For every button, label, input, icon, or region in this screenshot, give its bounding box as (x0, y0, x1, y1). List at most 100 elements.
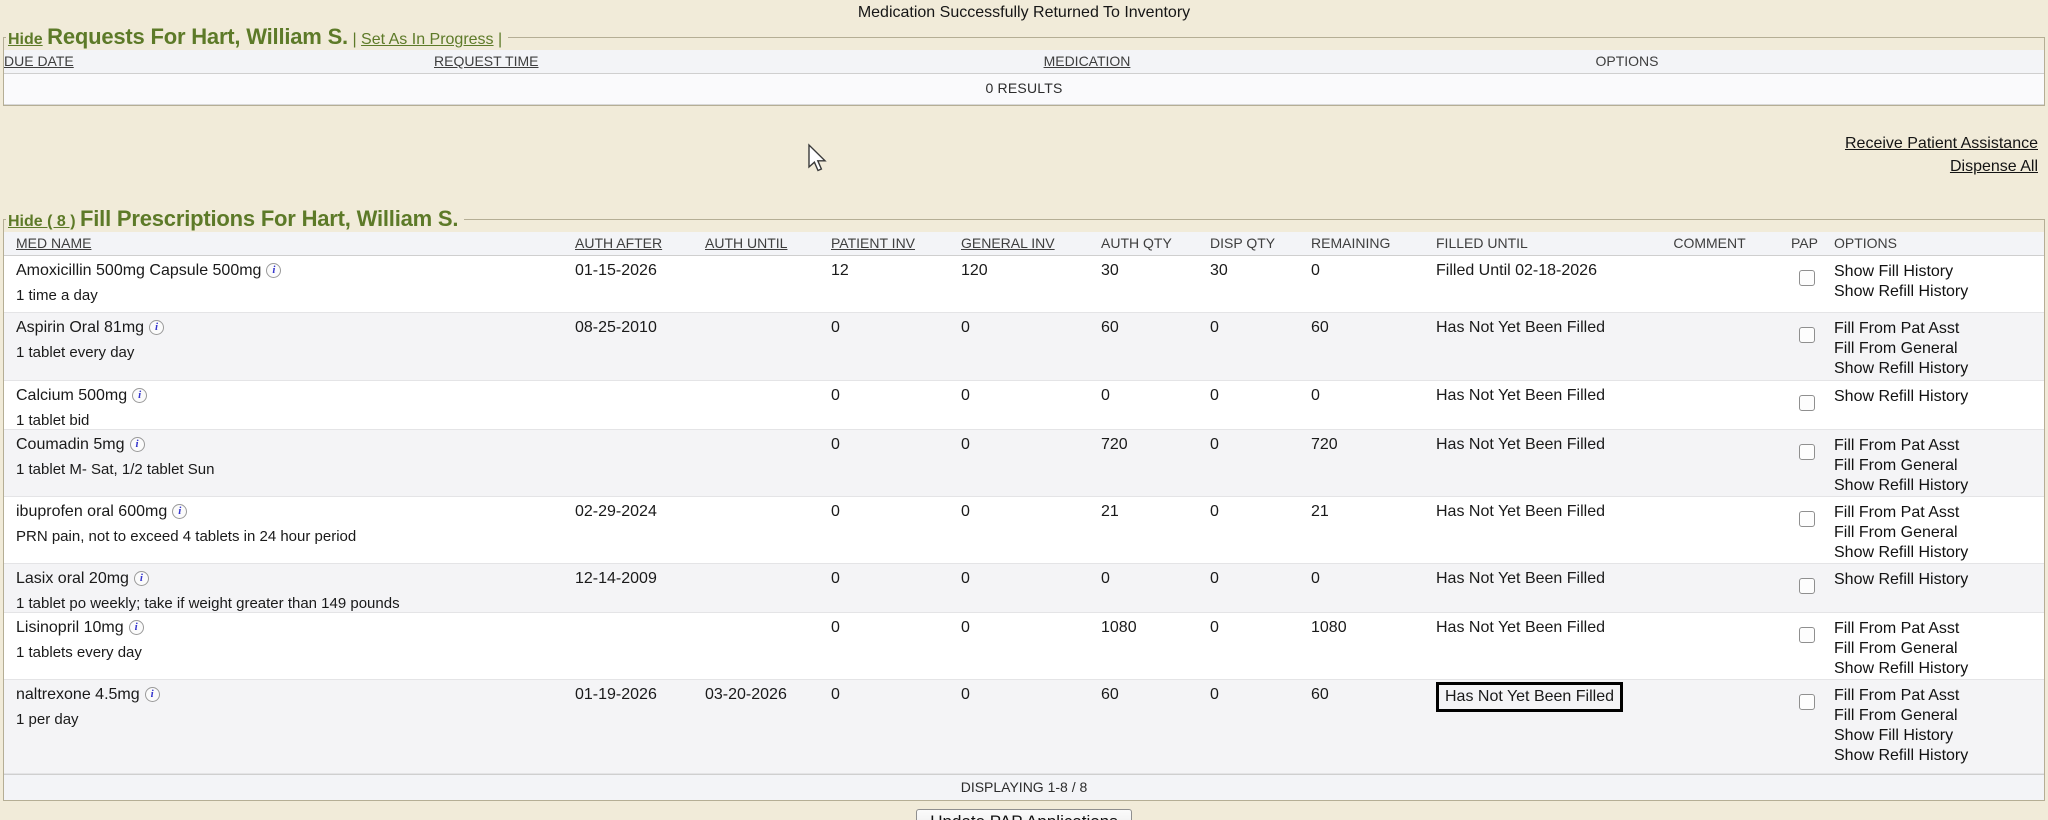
pap-checkbox[interactable] (1799, 694, 1815, 710)
pap-cell (1779, 680, 1834, 710)
option-link-fill-from-general[interactable]: Fill From General (1834, 456, 2044, 476)
general-inv-cell: 0 (961, 680, 1101, 704)
pap-checkbox[interactable] (1799, 327, 1815, 343)
column-header-patient-inv[interactable]: PATIENT INV (831, 232, 961, 255)
auth-qty-cell: 60 (1101, 313, 1210, 337)
general-inv-cell: 0 (961, 381, 1101, 405)
option-link-show-refill-history[interactable]: Show Refill History (1834, 476, 2044, 496)
column-header-comment: COMMENT (1644, 232, 1779, 255)
option-link-show-fill-history[interactable]: Show Fill History (1834, 726, 2044, 746)
auth-until-cell: 03-20-2026 (705, 680, 831, 704)
info-icon[interactable]: i (145, 687, 160, 702)
option-link-show-refill-history[interactable]: Show Refill History (1834, 570, 2044, 590)
option-link-fill-from-pat-asst[interactable]: Fill From Pat Asst (1834, 436, 2044, 456)
filled-until-cell: Has Not Yet Been Filled (1436, 313, 1644, 337)
auth-after-cell (575, 381, 705, 387)
column-header-request-time[interactable]: REQUEST TIME (434, 50, 864, 73)
fill-prescriptions-section: Hide ( 8 ) Fill Prescriptions For Hart, … (3, 206, 2045, 801)
filled-until-highlight-box: Has Not Yet Been Filled (1436, 682, 1623, 712)
patient-inv-cell: 0 (831, 430, 961, 454)
column-header-pap: PAP (1779, 232, 1834, 255)
column-header-auth-until[interactable]: AUTH UNTIL (705, 232, 831, 255)
info-icon[interactable]: i (149, 320, 164, 335)
prescription-row: Calcium 500mgi1 tablet bid00000Has Not Y… (4, 381, 2044, 430)
patient-inv-cell: 0 (831, 313, 961, 337)
disp-qty-cell: 0 (1210, 430, 1311, 454)
remaining-cell: 1080 (1311, 613, 1436, 637)
option-link-fill-from-pat-asst[interactable]: Fill From Pat Asst (1834, 503, 2044, 523)
info-icon[interactable]: i (134, 571, 149, 586)
options-cell: Fill From Pat AsstFill From GeneralShow … (1834, 497, 2044, 563)
option-link-fill-from-general[interactable]: Fill From General (1834, 706, 2044, 726)
option-link-fill-from-pat-asst[interactable]: Fill From Pat Asst (1834, 619, 2044, 639)
options-cell: Show Refill History (1834, 564, 2044, 590)
option-link-show-refill-history[interactable]: Show Refill History (1834, 659, 2044, 679)
disp-qty-cell: 0 (1210, 497, 1311, 521)
filled-until-cell: Has Not Yet Been Filled (1436, 564, 1644, 588)
option-link-show-refill-history[interactable]: Show Refill History (1834, 359, 2044, 379)
auth-qty-cell: 720 (1101, 430, 1210, 454)
med-name: Calcium 500mg (16, 387, 127, 404)
option-link-fill-from-general[interactable]: Fill From General (1834, 639, 2044, 659)
info-icon[interactable]: i (132, 388, 147, 403)
update-pap-applications-button[interactable]: Update PAP Applications (916, 809, 1131, 820)
pap-checkbox[interactable] (1799, 444, 1815, 460)
info-icon[interactable]: i (130, 437, 145, 452)
auth-until-cell (705, 564, 831, 570)
column-header-general-inv[interactable]: GENERAL INV (961, 232, 1101, 255)
prescription-row: ibuprofen oral 600mg i PRN pain, not to ex… (4, 497, 2044, 564)
column-header-auth-after[interactable]: AUTH AFTER (575, 232, 705, 255)
comment-cell (1644, 313, 1779, 319)
option-link-fill-from-pat-asst[interactable]: Fill From Pat Asst (1834, 319, 2044, 339)
requests-section: Hide Requests For Hart, William S. | Set… (3, 24, 2045, 106)
column-header-due-date[interactable]: DUE DATE (4, 50, 434, 73)
comment-cell (1644, 680, 1779, 686)
auth-qty-cell: 60 (1101, 680, 1210, 704)
remaining-cell: 0 (1311, 256, 1436, 280)
pap-checkbox[interactable] (1799, 270, 1815, 286)
med-name: ibuprofen oral 600mg (16, 503, 167, 520)
requests-hide-link[interactable]: Hide (8, 31, 43, 48)
dispense-all-link[interactable]: Dispense All (0, 155, 2038, 178)
column-header-med-name[interactable]: MED NAME (4, 232, 575, 255)
remaining-cell: 60 (1311, 680, 1436, 704)
med-sig: 1 tablet po weekly; take if weight great… (16, 595, 575, 612)
column-header-medication[interactable]: MEDICATION (864, 50, 1314, 73)
auth-qty-cell: 1080 (1101, 613, 1210, 637)
pap-checkbox[interactable] (1799, 627, 1815, 643)
pap-checkbox[interactable] (1799, 511, 1815, 527)
med-name: Aspirin Oral 81mg (16, 319, 144, 336)
med-sig: 1 tablet bid (16, 412, 575, 429)
option-link-fill-from-general[interactable]: Fill From General (1834, 523, 2044, 543)
pap-cell (1779, 313, 1834, 343)
pap-cell (1779, 430, 1834, 460)
info-icon[interactable]: i (172, 504, 187, 519)
comment-cell (1644, 564, 1779, 570)
fill-hide-link[interactable]: Hide ( 8 ) (8, 213, 76, 230)
option-link-show-refill-history[interactable]: Show Refill History (1834, 543, 2044, 563)
set-as-in-progress-link[interactable]: Set As In Progress (361, 31, 494, 48)
med-sig: 1 tablets every day (16, 644, 575, 661)
filled-until-cell: Has Not Yet Been Filled (1436, 497, 1644, 521)
action-links: Receive Patient Assistance Dispense All (0, 132, 2048, 178)
option-link-show-fill-history[interactable]: Show Fill History (1834, 262, 2044, 282)
option-link-show-refill-history[interactable]: Show Refill History (1834, 746, 2044, 766)
info-icon[interactable]: i (266, 263, 281, 278)
pap-checkbox[interactable] (1799, 578, 1815, 594)
auth-after-cell: 01-19-2026 (575, 680, 705, 704)
patient-inv-cell: 0 (831, 564, 961, 588)
displaying-bar: DISPLAYING 1-8 / 8 (4, 774, 2044, 800)
info-icon[interactable]: i (129, 620, 144, 635)
comment-cell (1644, 256, 1779, 262)
pipe-separator: | (498, 31, 502, 48)
option-link-fill-from-pat-asst[interactable]: Fill From Pat Asst (1834, 686, 2044, 706)
patient-inv-cell: 0 (831, 680, 961, 704)
option-link-show-refill-history[interactable]: Show Refill History (1834, 282, 2044, 302)
requests-title: Requests For Hart, William S. (47, 24, 348, 49)
med-sig: 1 time a day (16, 287, 575, 304)
option-link-fill-from-general[interactable]: Fill From General (1834, 339, 2044, 359)
med-sig: PRN pain, not to exceed 4 tablets in 24 … (16, 528, 575, 545)
pap-checkbox[interactable] (1799, 395, 1815, 411)
option-link-show-refill-history[interactable]: Show Refill History (1834, 387, 2044, 407)
receive-patient-assistance-link[interactable]: Receive Patient Assistance (0, 132, 2038, 155)
